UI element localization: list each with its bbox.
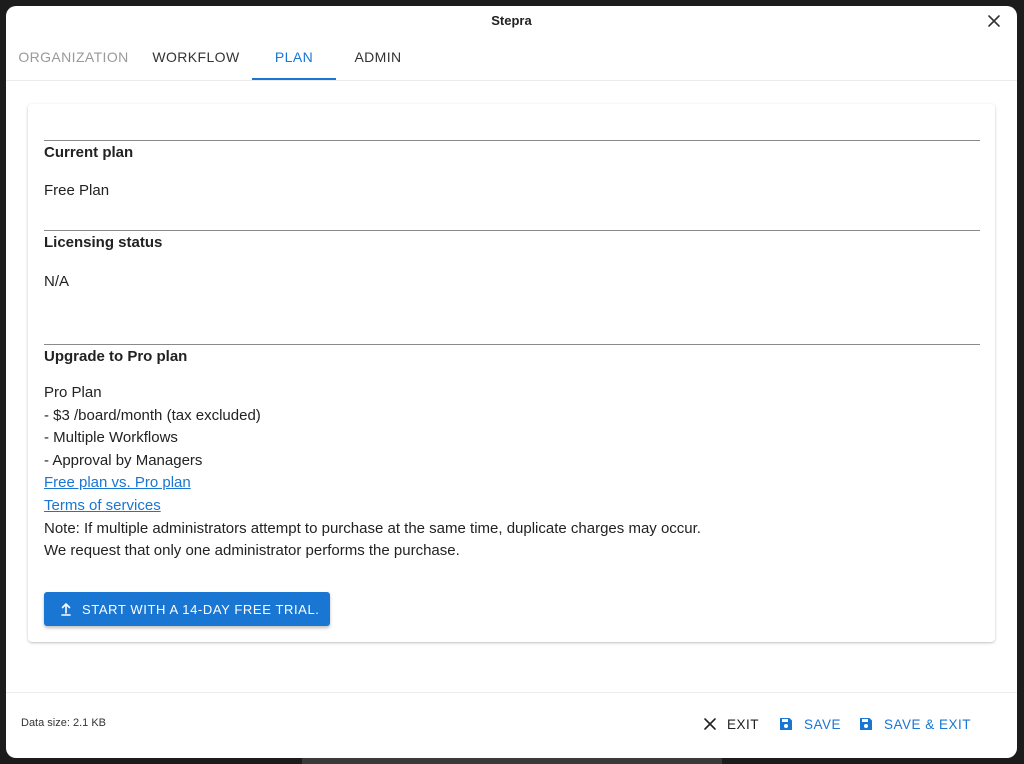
tab-plan[interactable]: PLAN <box>252 40 336 80</box>
save-icon <box>780 718 792 730</box>
upgrade-details: Pro Plan - $3 /board/month (tax excluded… <box>44 382 980 563</box>
tab-admin[interactable]: ADMIN <box>336 40 420 80</box>
save-icon <box>860 718 872 730</box>
settings-dialog: Stepra ORGANIZATION WORKFLOW PLAN ADMIN … <box>6 6 1017 758</box>
save-button[interactable]: SAVE <box>778 709 841 739</box>
upload-icon <box>61 603 71 616</box>
licensing-status-value: N/A <box>44 273 70 290</box>
pro-plan-line: Pro Plan <box>44 384 102 401</box>
exit-button[interactable]: EXIT <box>703 709 759 739</box>
tab-organization[interactable]: ORGANIZATION <box>6 40 141 80</box>
plan-panel: Current plan Free Plan Licensing status … <box>28 104 995 642</box>
terms-of-services-link[interactable]: Terms of services <box>44 497 161 514</box>
save-and-exit-label: SAVE & EXIT <box>884 716 972 732</box>
data-size-label: Data size: 2.1 KB <box>21 717 106 729</box>
pro-plan-feature: - Approval by Managers <box>44 451 203 469</box>
tab-bar: ORGANIZATION WORKFLOW PLAN ADMIN <box>6 40 1017 81</box>
close-button[interactable] <box>985 12 1003 30</box>
purchase-note-request: We request that only one administrator p… <box>44 542 460 560</box>
licensing-status-section: Licensing status N/A <box>44 230 980 290</box>
upgrade-section: Upgrade to Pro plan Pro Plan - $3 /board… <box>44 344 980 563</box>
current-plan-value: Free Plan <box>44 182 110 199</box>
pro-plan-price: - $3 /board/month (tax excluded) <box>44 406 261 424</box>
current-plan-section: Current plan Free Plan <box>44 140 980 199</box>
section-divider <box>44 140 980 141</box>
start-free-trial-label: START WITH A 14-DAY FREE TRIAL. <box>82 601 320 617</box>
free-vs-pro-link[interactable]: Free plan vs. Pro plan <box>44 474 191 491</box>
save-and-exit-button[interactable]: SAVE & EXIT <box>858 709 971 739</box>
section-divider <box>44 230 980 231</box>
purchase-note: Note: If multiple administrators attempt… <box>44 519 701 537</box>
upgrade-title: Upgrade to Pro plan <box>44 348 188 365</box>
close-icon <box>988 15 1000 27</box>
close-icon <box>704 718 716 730</box>
start-free-trial-button[interactable]: START WITH A 14-DAY FREE TRIAL. <box>44 592 330 626</box>
section-divider <box>44 344 980 345</box>
save-label: SAVE <box>804 716 842 732</box>
title-bar: Stepra <box>6 6 1017 34</box>
licensing-status-title: Licensing status <box>44 234 163 251</box>
current-plan-title: Current plan <box>44 144 134 161</box>
dialog-footer: Data size: 2.1 KB EXIT SAVE SAVE & EXIT <box>6 692 1017 758</box>
pro-plan-feature: - Multiple Workflows <box>44 429 178 447</box>
tab-workflow[interactable]: WORKFLOW <box>141 40 251 80</box>
exit-label: EXIT <box>727 716 760 732</box>
dialog-title: Stepra <box>491 13 532 28</box>
